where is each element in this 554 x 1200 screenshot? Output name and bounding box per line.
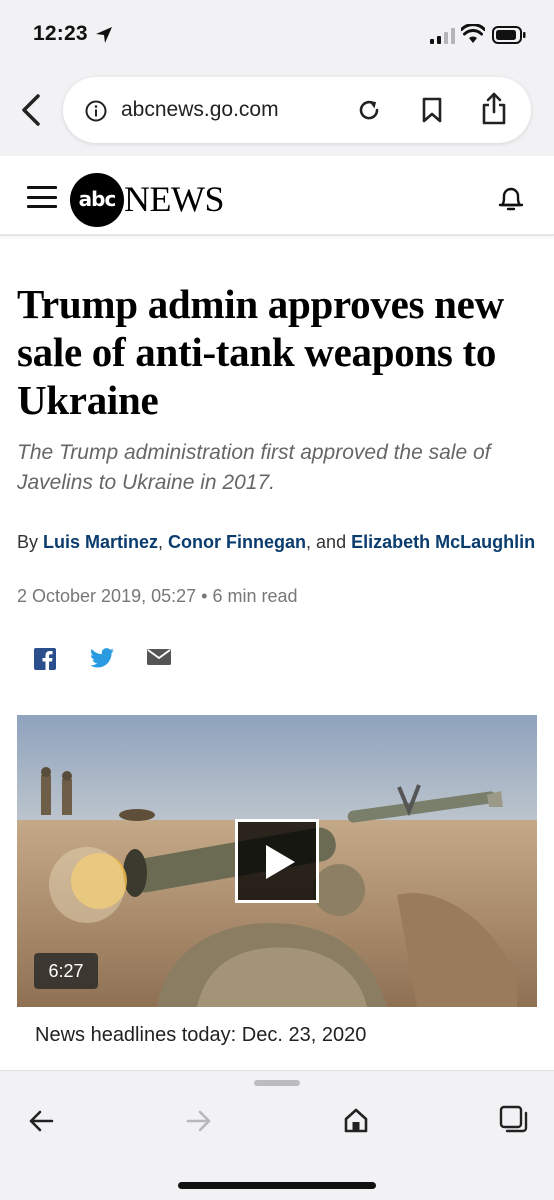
- browser-back-chevron-icon[interactable]: [20, 94, 42, 126]
- date-separator: •: [196, 586, 213, 606]
- browser-address-bar: abcnews.go.com: [0, 66, 554, 156]
- home-icon[interactable]: [343, 1107, 369, 1133]
- site-header: abc NEWS: [0, 156, 554, 236]
- play-button[interactable]: [235, 819, 319, 903]
- read-time: 6 min read: [212, 586, 298, 606]
- video-player[interactable]: 6:27: [17, 715, 537, 1007]
- facebook-icon[interactable]: [34, 648, 56, 670]
- publish-date: 2 October 2019, 05:27: [17, 586, 197, 606]
- info-icon[interactable]: [85, 100, 107, 122]
- location-arrow-icon: [96, 27, 112, 43]
- play-icon: [266, 845, 295, 879]
- article-dateline: 2 October 2019, 05:27 • 6 min read: [17, 586, 298, 607]
- article-subheadline: The Trump administration first approved …: [17, 441, 491, 494]
- author-link-elizabeth-mclaughlin[interactable]: Elizabeth McLaughlin: [351, 532, 535, 552]
- article-byline: By Luis Martinez, Conor Finnegan, and El…: [17, 527, 537, 557]
- abc-logo[interactable]: abc: [70, 173, 124, 227]
- toolbar-grab-handle[interactable]: [254, 1080, 300, 1086]
- bookmark-icon[interactable]: [421, 97, 443, 123]
- home-indicator[interactable]: [178, 1182, 376, 1189]
- email-icon[interactable]: [147, 648, 171, 666]
- browser-toolbar: [0, 1070, 554, 1200]
- status-bar: 12:23: [0, 0, 554, 66]
- cellular-signal-icon: [430, 28, 455, 44]
- byline-separator: ,: [158, 532, 169, 552]
- author-link-conor-finnegan[interactable]: Conor Finnegan: [168, 532, 306, 552]
- abc-logo-news-word[interactable]: NEWS: [124, 178, 225, 220]
- share-icon[interactable]: [481, 92, 507, 126]
- reload-icon[interactable]: [356, 97, 382, 123]
- twitter-icon[interactable]: [90, 648, 114, 668]
- menu-icon[interactable]: [27, 186, 57, 208]
- video-caption: News headlines today: Dec. 23, 2020: [35, 1024, 367, 1046]
- tabs-icon[interactable]: [499, 1105, 529, 1135]
- article-headline: Trump admin approves new sale of anti-ta…: [17, 281, 504, 423]
- forward-arrow-icon[interactable]: [186, 1109, 212, 1133]
- video-duration: 6:27: [34, 953, 98, 989]
- byline-separator: , and: [306, 532, 352, 552]
- notification-bell-icon[interactable]: [497, 184, 525, 212]
- url-field[interactable]: abcnews.go.com: [63, 77, 531, 143]
- author-link-luis-martinez[interactable]: Luis Martinez: [43, 532, 158, 552]
- byline-prefix: By: [17, 532, 44, 552]
- status-time: 12:23: [33, 22, 88, 45]
- battery-icon: [492, 26, 526, 44]
- url-text[interactable]: abcnews.go.com: [121, 98, 279, 122]
- back-arrow-icon[interactable]: [28, 1109, 54, 1133]
- wifi-icon: [461, 24, 485, 43]
